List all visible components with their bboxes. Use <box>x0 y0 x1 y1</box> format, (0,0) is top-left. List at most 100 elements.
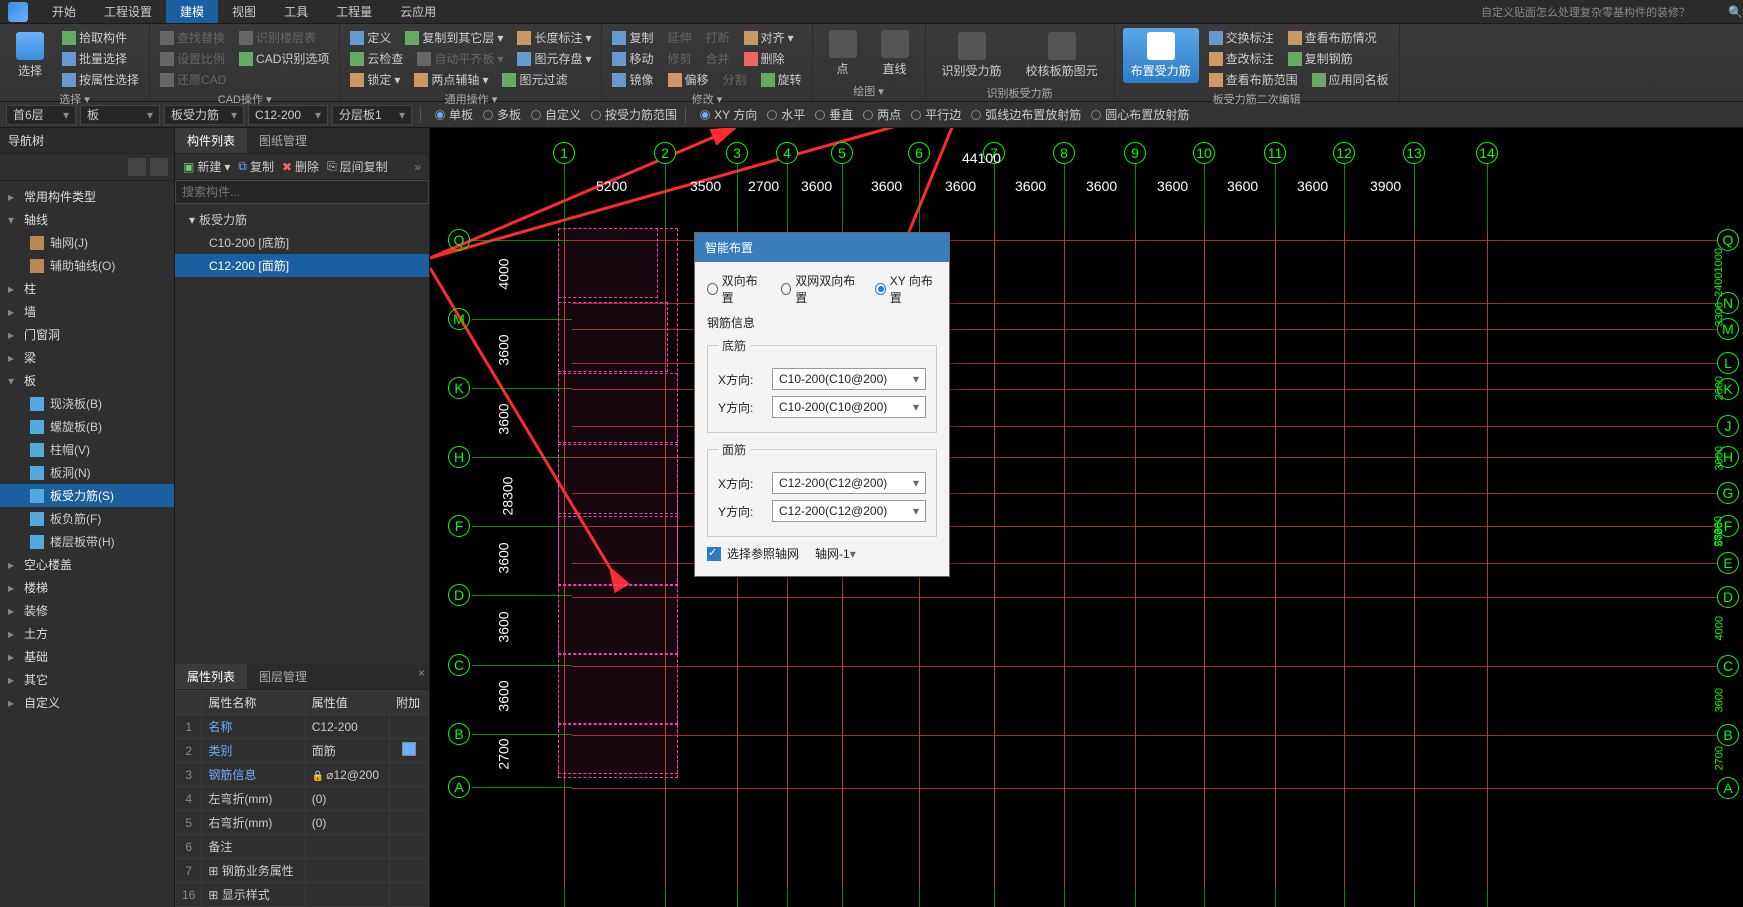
view-rebar-range-button[interactable]: 查看布筋范围 <box>1207 70 1300 89</box>
cad-options-button[interactable]: CAD识别选项 <box>237 49 331 68</box>
radio-multi-slab[interactable]: 多板 <box>483 106 521 123</box>
auto-level-slab-button[interactable]: 自动平齐板 ▾ <box>415 49 505 68</box>
copy-rebar-button[interactable]: 复制钢筋 <box>1286 49 1355 68</box>
apply-same-slab-button[interactable]: 应用同名板 <box>1310 70 1391 89</box>
radio-custom[interactable]: 自定义 <box>531 106 581 123</box>
identify-rebar-button[interactable]: 识别受力筋 <box>934 28 1010 83</box>
axis-checkbox[interactable] <box>707 547 721 561</box>
line-button[interactable]: 直线 <box>873 26 917 81</box>
component-item-c10[interactable]: C10-200 [底筋] <box>175 231 429 254</box>
tab-drawing[interactable]: 图纸管理 <box>247 128 319 153</box>
menu-cloud[interactable]: 云应用 <box>386 0 450 23</box>
restore-cad-button[interactable]: 还原CAD <box>158 70 228 89</box>
property-row[interactable]: 5右弯折(mm)(0) <box>176 811 429 835</box>
property-row[interactable]: 4左弯折(mm)(0) <box>176 787 429 811</box>
layer-select[interactable]: 分层板1▾ <box>332 105 412 125</box>
radio-double-net[interactable]: 双网双向布置 <box>781 272 858 306</box>
radio-xy[interactable]: XY 方向 <box>700 106 757 123</box>
nav-item[interactable]: ▾轴线 <box>0 208 174 231</box>
bottom-y-select[interactable]: C10-200(C10@200) <box>772 396 926 418</box>
nav-item[interactable]: 楼层板带(H) <box>0 530 174 553</box>
property-row[interactable]: 3钢筋信息⌀12@200 <box>176 763 429 787</box>
copy-component-button[interactable]: ⧉复制 <box>238 158 274 175</box>
copy-to-layer-button[interactable]: 复制到其它层 ▾ <box>403 28 505 47</box>
lock-button[interactable]: 锁定 ▾ <box>348 70 402 89</box>
break-button[interactable]: 打断 <box>704 28 732 47</box>
slab-outline[interactable] <box>558 444 678 514</box>
two-point-axis-button[interactable]: 两点辅轴 ▾ <box>412 70 490 89</box>
nav-item[interactable]: ▸常用构件类型 <box>0 185 174 208</box>
nav-item[interactable]: ▸空心楼盖 <box>0 553 174 576</box>
property-row[interactable]: 6备注 <box>176 835 429 859</box>
nav-item[interactable]: 柱帽(V) <box>0 438 174 461</box>
property-row[interactable]: 2类别面筋 <box>176 739 429 763</box>
copy-button[interactable]: 复制 <box>610 28 655 47</box>
list-view-icon[interactable] <box>128 158 146 176</box>
point-button[interactable]: 点 <box>821 26 865 81</box>
delete-component-button[interactable]: ✖删除 <box>282 158 319 175</box>
select-by-prop-button[interactable]: 按属性选择 <box>60 70 141 89</box>
category-select[interactable]: 板▾ <box>80 105 160 125</box>
bottom-x-select[interactable]: C10-200(C10@200) <box>772 368 926 390</box>
new-component-button[interactable]: ▣新建 ▾ <box>183 158 230 175</box>
nav-item[interactable]: ▸梁 <box>0 346 174 369</box>
component-item-c12[interactable]: C12-200 [面筋] <box>175 254 429 277</box>
tab-properties[interactable]: 属性列表 <box>175 664 247 689</box>
radio-single-slab[interactable]: 单板 <box>435 106 473 123</box>
floor-select[interactable]: 首6层▾ <box>6 105 76 125</box>
menu-view[interactable]: 视图 <box>218 0 270 23</box>
radio-two-point[interactable]: 两点 <box>863 106 901 123</box>
swap-dim-button[interactable]: 交换标注 <box>1207 28 1276 47</box>
slab-outline[interactable] <box>558 373 678 443</box>
top-x-select[interactable]: C12-200(C12@200) <box>772 472 926 494</box>
component-select[interactable]: C12-200▾ <box>248 105 328 125</box>
slab-outline[interactable] <box>558 302 668 372</box>
menu-tools[interactable]: 工具 <box>270 0 322 23</box>
drawing-canvas[interactable]: 1234567891011121314520035002700360036003… <box>430 128 1743 907</box>
slab-outline[interactable] <box>558 516 678 586</box>
property-row[interactable]: 1名称C12-200 <box>176 715 429 739</box>
nav-item[interactable]: ▸其它 <box>0 668 174 691</box>
offset-button[interactable]: 偏移 <box>666 70 711 89</box>
element-save-button[interactable]: 图元存盘 ▾ <box>515 49 593 68</box>
batch-select-button[interactable]: 批量选择 <box>60 49 141 68</box>
slab-outline[interactable] <box>558 724 678 774</box>
view-rebar-button[interactable]: 查看布筋情况 <box>1286 28 1379 47</box>
radio-vertical[interactable]: 垂直 <box>815 106 853 123</box>
property-row[interactable]: 7⊞ 钢筋业务属性 <box>176 859 429 883</box>
nav-item[interactable]: ▸门窗洞 <box>0 323 174 346</box>
check-slab-rebar-button[interactable]: 校核板筋图元 <box>1018 28 1106 83</box>
radio-xy-layout[interactable]: XY 向布置 <box>875 272 937 306</box>
find-replace-button[interactable]: 查找替换 <box>158 28 227 47</box>
identify-floor-table-button[interactable]: 识别楼层表 <box>237 28 318 47</box>
axis-select[interactable]: 轴网-1 <box>815 545 937 562</box>
nav-item[interactable]: 板负筋(F) <box>0 507 174 530</box>
merge-button[interactable]: 合并 <box>704 49 732 68</box>
menu-start[interactable]: 开始 <box>38 0 90 23</box>
menu-modeling[interactable]: 建模 <box>166 0 218 23</box>
trim-button[interactable]: 修剪 <box>666 49 694 68</box>
slab-outline[interactable] <box>558 584 678 654</box>
nav-item[interactable]: ▸墙 <box>0 300 174 323</box>
mirror-button[interactable]: 镜像 <box>610 70 655 89</box>
move-button[interactable]: 移动 <box>610 49 655 68</box>
nav-item[interactable]: 辅助轴线(O) <box>0 254 174 277</box>
length-dim-button[interactable]: 长度标注 ▾ <box>515 28 593 47</box>
layer-copy-button[interactable]: ⎘层间复制 <box>327 158 388 175</box>
menu-quantity[interactable]: 工程量 <box>322 0 386 23</box>
extend-button[interactable]: 延伸 <box>666 28 694 47</box>
slab-outline[interactable] <box>558 654 678 724</box>
close-icon[interactable]: × <box>418 666 425 680</box>
radio-parallel[interactable]: 平行边 <box>911 106 961 123</box>
split-button[interactable]: 分割 <box>721 70 749 89</box>
define-button[interactable]: 定义 <box>348 28 393 47</box>
nav-item[interactable]: 螺旋板(B) <box>0 415 174 438</box>
edit-dim-button[interactable]: 查改标注 <box>1207 49 1276 68</box>
nav-item[interactable]: ▸自定义 <box>0 691 174 714</box>
nav-item[interactable]: ▾板 <box>0 369 174 392</box>
nav-item[interactable]: ▸柱 <box>0 277 174 300</box>
align-button[interactable]: 对齐 ▾ <box>742 28 796 47</box>
component-group[interactable]: ▾板受力筋 <box>175 208 429 231</box>
radio-by-range[interactable]: 按受力筋范围 <box>591 106 677 123</box>
tab-layer[interactable]: 图层管理 <box>247 664 319 689</box>
